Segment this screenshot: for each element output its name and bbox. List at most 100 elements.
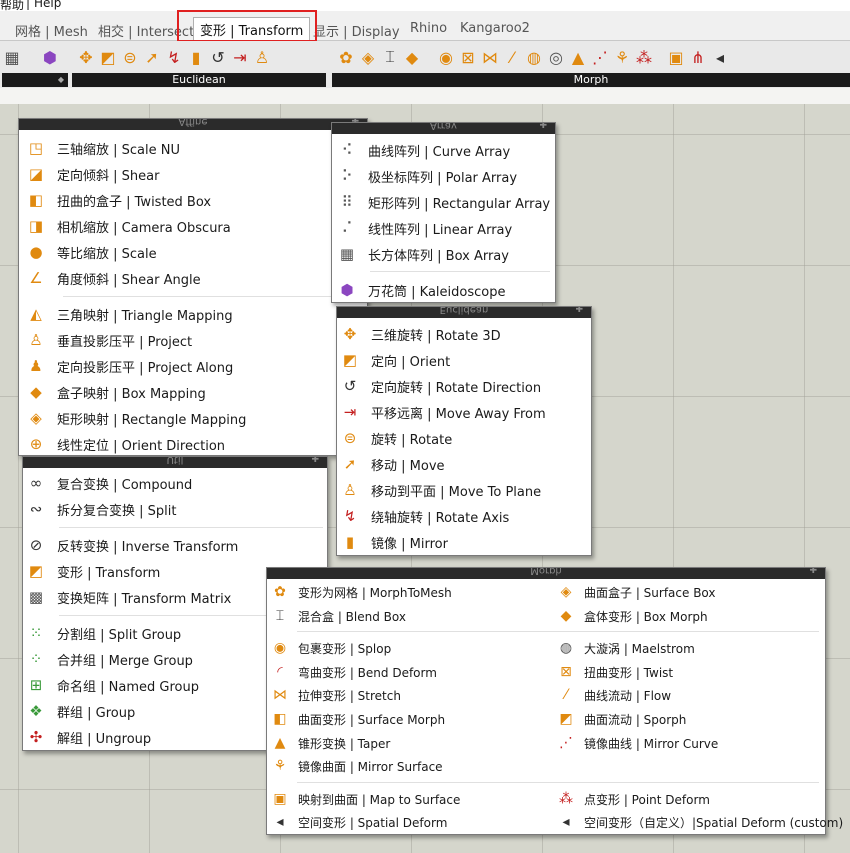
euclidean-item-mirror[interactable]: ▮ 镜像 | Mirror: [339, 529, 448, 555]
affine-item-shear-angle[interactable]: ∠ 角度倾斜 | Shear Angle: [25, 265, 200, 291]
map-to-surface-icon[interactable]: ▣: [666, 45, 686, 69]
rotate-icon[interactable]: ⊜: [120, 45, 140, 69]
move-icon[interactable]: ➚: [142, 45, 162, 69]
orient-icon[interactable]: ◩: [98, 45, 118, 69]
util-item-compound[interactable]: ∞ 复合变换 | Compound: [25, 470, 193, 496]
affine-item-scale-nu[interactable]: ◳ 三轴缩放 | Scale NU: [25, 135, 180, 161]
affine-item-project-along[interactable]: ♟ 定向投影压平 | Project Along: [25, 353, 233, 379]
box-array-icon[interactable]: ▦: [2, 45, 22, 69]
move-to-plane-icon[interactable]: ♙: [252, 45, 272, 69]
affine-item-rectangle-mapping[interactable]: ◈ 矩形映射 | Rectangle Mapping: [25, 405, 246, 431]
euclidean-item-rotate-3d[interactable]: ✥ 三维旋转 | Rotate 3D: [339, 321, 501, 347]
util-item-ungroup[interactable]: ✣ 解组 | Ungroup: [25, 724, 151, 750]
morph-item-surface-morph[interactable]: ◧ 曲面变形 | Surface Morph: [270, 708, 445, 730]
affine-item-shear[interactable]: ◪ 定向倾斜 | Shear: [25, 161, 160, 187]
morph-item-spatial-deform-custom[interactable]: ◂ 空间变形（自定义）|Spatial Deform (custom): [556, 811, 843, 833]
blend-box-icon[interactable]: ⌶: [380, 45, 400, 69]
scale-nu-icon: ◳: [28, 139, 44, 157]
spatial-deform-icon[interactable]: ⋔: [688, 45, 708, 69]
euclidean-item-rotate-axis[interactable]: ↯ 绕轴旋转 | Rotate Axis: [339, 503, 510, 529]
euclidean-item-move[interactable]: ➚ 移动 | Move: [339, 451, 445, 477]
util-item-transform[interactable]: ◩ 变形 | Transform: [25, 558, 160, 584]
rotate-axis-icon[interactable]: ↯: [164, 45, 184, 69]
tab-kangaroo2[interactable]: Kangaroo2: [460, 21, 530, 36]
morph-item-surface-box[interactable]: ◈ 曲面盒子 | Surface Box: [556, 581, 716, 603]
surface-box-icon[interactable]: ◈: [358, 45, 378, 69]
rotate-direction-icon[interactable]: ↺: [208, 45, 228, 69]
point-deform-icon[interactable]: ⁂: [634, 45, 654, 69]
morph-item-maelstrom[interactable]: ◍ 大漩涡 | Maelstrom: [556, 637, 695, 659]
taper-icon[interactable]: ▲: [568, 45, 588, 69]
morph-item-map-to-surface[interactable]: ▣ 映射到曲面 | Map to Surface: [270, 788, 460, 810]
euclidean-group-label[interactable]: Euclidean: [72, 73, 326, 87]
transform-icon: ◩: [28, 562, 44, 580]
array-item-kaleidoscope[interactable]: ⬢ 万花筒 | Kaleidoscope: [336, 277, 505, 303]
affine-item-twisted-box[interactable]: ◧ 扭曲的盒子 | Twisted Box: [25, 187, 211, 213]
flow-icon[interactable]: ⁄: [502, 45, 522, 69]
util-item-split[interactable]: ∾ 拆分复合变换 | Split: [25, 496, 177, 522]
array-item-linear[interactable]: ⠌ 线性阵列 | Linear Array: [336, 215, 513, 241]
morph-item-twist[interactable]: ⊠ 扭曲变形 | Twist: [556, 661, 673, 683]
pin-icon[interactable]: ✚: [809, 568, 817, 576]
morph-item-blend-box[interactable]: ⌶ 混合盒 | Blend Box: [270, 605, 406, 627]
pin-icon[interactable]: ✚: [311, 457, 319, 465]
twist-icon[interactable]: ⊠: [458, 45, 478, 69]
pin-icon[interactable]: ✚: [575, 307, 583, 315]
menu-help-cn[interactable]: 帮助: [0, 0, 24, 11]
util-item-named-group[interactable]: ⊞ 命名组 | Named Group: [25, 672, 199, 698]
splop-icon[interactable]: ◉: [436, 45, 456, 69]
spatial-deform-custom-icon[interactable]: ◂: [710, 45, 730, 69]
morph-item-bend-deform[interactable]: ◜ 弯曲变形 | Bend Deform: [270, 661, 437, 683]
morph-item-mirror-curve[interactable]: ⋰ 镜像曲线 | Mirror Curve: [556, 732, 718, 754]
morph-item-stretch[interactable]: ⋈ 拉伸变形 | Stretch: [270, 684, 401, 706]
affine-item-box-mapping[interactable]: ◆ 盒子映射 | Box Mapping: [25, 379, 206, 405]
tab-rhino[interactable]: Rhino: [410, 21, 447, 36]
mirror-surface-icon[interactable]: ⚘: [612, 45, 632, 69]
morph-item-flow[interactable]: ⁄ 曲线流动 | Flow: [556, 684, 671, 706]
array-item-box[interactable]: ▦ 长方体阵列 | Box Array: [336, 241, 509, 267]
tab-display[interactable]: 显示 | Display: [313, 21, 400, 40]
util-item-group[interactable]: ❖ 群组 | Group: [25, 698, 135, 724]
menu-help[interactable]: Help: [34, 0, 61, 10]
mirror-curve-icon[interactable]: ⋰: [590, 45, 610, 69]
euclidean-item-move-to-plane[interactable]: ♙ 移动到平面 | Move To Plane: [339, 477, 541, 503]
mirror-icon[interactable]: ▮: [186, 45, 206, 69]
euclidean-item-rotate[interactable]: ⊜ 旋转 | Rotate: [339, 425, 453, 451]
util-item-split-group[interactable]: ⁙ 分割组 | Split Group: [25, 620, 181, 646]
rotate-3d-icon[interactable]: ✥: [76, 45, 96, 69]
morph-item-point-deform[interactable]: ⁂ 点变形 | Point Deform: [556, 788, 710, 810]
morph-group-label[interactable]: Morph: [332, 73, 850, 87]
morph-item-mirror-surface[interactable]: ⚘ 镜像曲面 | Mirror Surface: [270, 755, 443, 777]
kaleidoscope-icon[interactable]: ⬢: [40, 45, 60, 69]
sporph-icon[interactable]: ◎: [546, 45, 566, 69]
morph-item-morph-to-mesh[interactable]: ✿ 变形为网格 | MorphToMesh: [270, 581, 452, 603]
affine-item-camera-obscura[interactable]: ◨ 相机缩放 | Camera Obscura: [25, 213, 231, 239]
morph-item-spatial-deform[interactable]: ◂ 空间变形 | Spatial Deform: [270, 811, 447, 833]
euclidean-item-orient[interactable]: ◩ 定向 | Orient: [339, 347, 450, 373]
array-item-curve[interactable]: ⠪ 曲线阵列 | Curve Array: [336, 137, 511, 163]
morph-item-taper[interactable]: ▲ 锥形变换 | Taper: [270, 732, 391, 754]
euclidean-item-rotate-direction[interactable]: ↺ 定向旋转 | Rotate Direction: [339, 373, 541, 399]
move-away-icon[interactable]: ⇥: [230, 45, 250, 69]
morph-item-splop[interactable]: ◉ 包裹变形 | Splop: [270, 637, 391, 659]
affine-item-triangle-mapping[interactable]: ◭ 三角映射 | Triangle Mapping: [25, 301, 232, 327]
box-morph-icon[interactable]: ◆: [402, 45, 422, 69]
array-item-rectangular[interactable]: ⠿ 矩形阵列 | Rectangular Array: [336, 189, 551, 215]
stretch-icon[interactable]: ⋈: [480, 45, 500, 69]
maelstrom-icon[interactable]: ◍: [524, 45, 544, 69]
morph-item-sporph[interactable]: ◩ 曲面流动 | Sporph: [556, 708, 686, 730]
util-item-transform-matrix[interactable]: ▩ 变换矩阵 | Transform Matrix: [25, 584, 231, 610]
array-item-polar[interactable]: ⠕ 极坐标阵列 | Polar Array: [336, 163, 518, 189]
morph-to-mesh-icon[interactable]: ✿: [336, 45, 356, 69]
euclidean-item-move-away[interactable]: ⇥ 平移远离 | Move Away From: [339, 399, 546, 425]
util-item-inverse-transform[interactable]: ⊘ 反转变换 | Inverse Transform: [25, 532, 239, 558]
morph-item-box-morph[interactable]: ◆ 盒体变形 | Box Morph: [556, 605, 708, 627]
tab-mesh[interactable]: 网格 | Mesh: [15, 21, 88, 40]
util-item-merge-group[interactable]: ⁘ 合并组 | Merge Group: [25, 646, 193, 672]
affine-item-scale[interactable]: ● 等比缩放 | Scale: [25, 239, 156, 265]
affine-item-project[interactable]: ♙ 垂直投影压平 | Project: [25, 327, 192, 353]
morph-panel-header: Morph ✚: [267, 568, 825, 579]
affine-item-orient-direction[interactable]: ⊕ 线性定位 | Orient Direction: [25, 431, 225, 457]
pin-icon[interactable]: ✚: [539, 123, 547, 131]
array-group-label[interactable]: ◆: [2, 73, 68, 87]
